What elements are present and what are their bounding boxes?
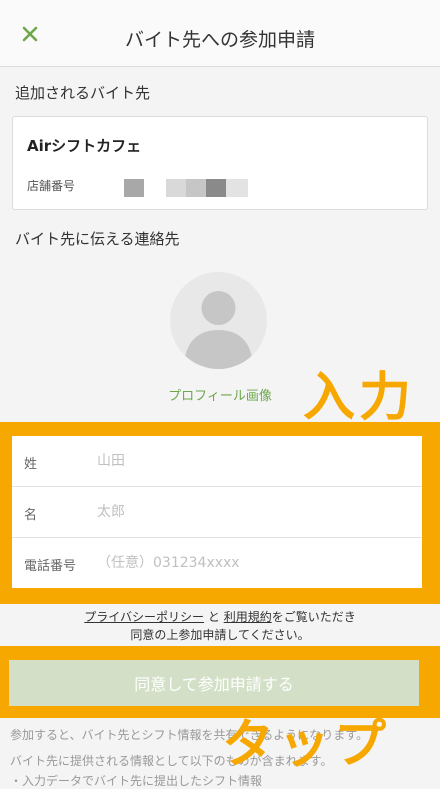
agreement-text: プライバシーポリシー と 利用規約をご覧いただき 同意の上参加申請してください。 — [0, 608, 440, 644]
header-bar: バイト先への参加申請 — [0, 0, 440, 67]
shop-section-label: 追加されるバイト先 — [15, 84, 151, 102]
first-name-input[interactable] — [97, 495, 407, 529]
last-name-row: 姓 — [12, 436, 422, 487]
store-number-mosaic — [166, 179, 186, 197]
submit-button[interactable]: 同意して参加申請する — [9, 660, 419, 706]
store-number-mosaic — [206, 179, 226, 197]
phone-input[interactable] — [97, 546, 407, 580]
store-number-mosaic — [186, 179, 206, 197]
terms-link[interactable]: 利用規約 — [224, 610, 272, 624]
user-silhouette-icon — [184, 291, 253, 369]
avatar[interactable] — [170, 272, 267, 369]
shop-name: Airシフトカフェ — [27, 137, 142, 155]
first-name-row: 名 — [12, 487, 422, 538]
agreement-line2: 同意の上参加申請してください。 — [130, 628, 310, 642]
input-annotation: 入力 — [303, 368, 416, 428]
last-name-input[interactable] — [97, 444, 407, 478]
shop-card: Airシフトカフェ 店舗番号 — [12, 116, 428, 210]
contact-form: 姓 名 電話番号 — [12, 436, 422, 588]
privacy-policy-link[interactable]: プライバシーポリシー — [84, 610, 204, 624]
phone-label: 電話番号 — [24, 559, 77, 574]
agreement-and: と — [204, 610, 224, 624]
store-number-mosaic — [124, 179, 144, 197]
agreement-tail: をご覧いただき — [271, 610, 356, 624]
page-title: バイト先への参加申請 — [124, 29, 315, 51]
store-number-mosaic — [226, 179, 248, 197]
first-name-label: 名 — [24, 508, 38, 523]
last-name-label: 姓 — [24, 457, 38, 472]
tap-annotation: タップ — [222, 715, 391, 775]
phone-row: 電話番号 — [12, 538, 422, 588]
store-number-label: 店舗番号 — [27, 179, 76, 193]
contact-section-label: バイト先に伝える連絡先 — [15, 230, 180, 248]
